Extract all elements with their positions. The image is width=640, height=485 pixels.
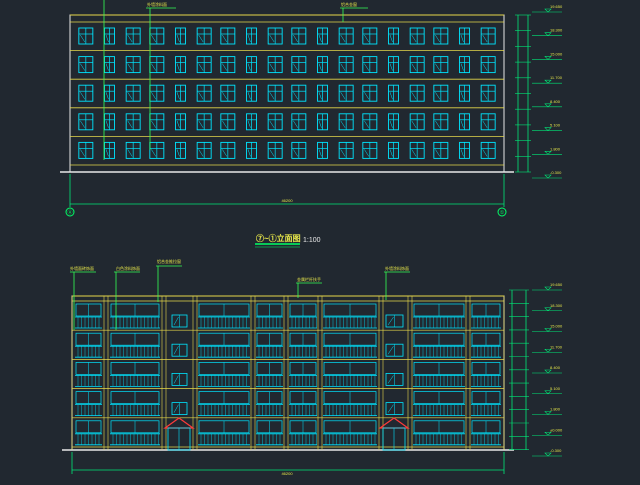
level-label: 18.300 <box>550 303 563 308</box>
level-label: ±0.000 <box>550 427 563 432</box>
upper-callout-2: 铝合金窗 <box>341 1 357 7</box>
level-label: 1.800 <box>550 407 561 412</box>
lower-callout-1: 外墙面砖饰面 <box>70 265 94 271</box>
level-label: 18.300 <box>550 28 563 33</box>
upper-overall-dimension: 46200 <box>281 198 293 203</box>
level-label: 5.100 <box>550 123 561 128</box>
level-label: 11.700 <box>550 75 563 80</box>
lower-callout-5: 外墙涂料饰面 <box>385 265 409 271</box>
level-label: 15.000 <box>550 51 563 56</box>
lower-callout-3: 铝合金推拉窗 <box>157 258 181 264</box>
level-label: 1.800 <box>550 146 561 151</box>
cad-drawing-canvas: 外墙涂料面 铝合金窗 19.650 18.300 15.000 11.700 8.400… <box>0 0 640 480</box>
level-label: -0.300 <box>550 170 562 175</box>
drawing-title-text: ⑦~①立面图 <box>256 233 301 243</box>
lower-callout-2: 白色涂料饰面 <box>116 265 140 271</box>
level-label: 8.400 <box>550 365 561 370</box>
level-label: 5.100 <box>550 386 561 391</box>
level-label: 19.650 <box>550 4 563 9</box>
upper-callout-1: 外墙涂料面 <box>147 1 167 7</box>
level-label: 15.000 <box>550 324 563 329</box>
level-label: -0.300 <box>550 448 562 453</box>
drawing-scale-text: 1:100 <box>303 237 321 244</box>
axis-label-left: Ⓐ <box>67 209 72 216</box>
lower-overall-dimension: 46200 <box>281 471 293 476</box>
elevation-drawing: 外墙涂料面 铝合金窗 19.650 18.300 15.000 11.700 8.400… <box>0 0 640 480</box>
axis-label-right: ① <box>500 210 505 216</box>
level-label: 11.700 <box>550 344 563 349</box>
lower-callout-4: 金属栏杆扶手 <box>297 276 321 282</box>
level-label: 8.400 <box>550 99 561 104</box>
level-label: 19.650 <box>550 282 563 287</box>
